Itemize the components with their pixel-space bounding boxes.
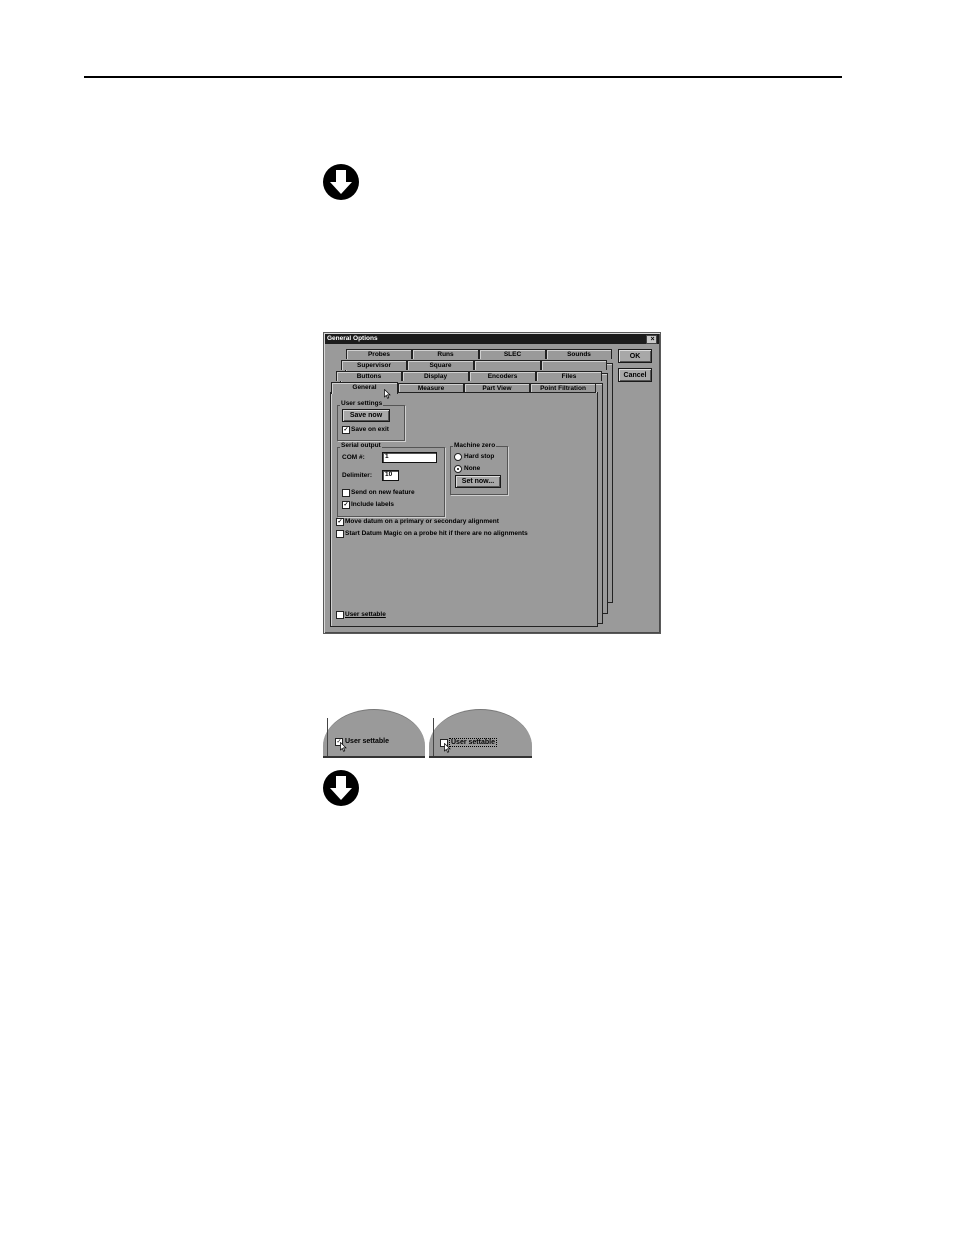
dialog-title: General Options — [327, 335, 378, 342]
tab-buttons[interactable]: Buttons — [336, 371, 402, 381]
tab-slec[interactable]: SLEC — [479, 349, 546, 359]
tab-display[interactable]: Display — [402, 371, 469, 381]
mouse-pointer-icon — [340, 742, 347, 752]
user-settable-label-unchecked: User settable — [449, 738, 497, 747]
tab-probes[interactable]: Probes — [346, 349, 412, 359]
header-rule — [84, 76, 842, 78]
ok-button[interactable]: OK — [618, 349, 652, 363]
tab-empty-2[interactable] — [541, 360, 607, 370]
user-settings-label: User settings — [340, 400, 384, 407]
mouse-pointer-icon — [444, 743, 451, 753]
bubble-edge-line — [433, 718, 434, 758]
down-arrow-icon — [323, 770, 359, 806]
close-icon[interactable]: × — [646, 335, 657, 344]
save-on-exit-checkbox[interactable]: ✓ — [342, 426, 350, 434]
tab-sounds[interactable]: Sounds — [546, 349, 612, 359]
down-arrow-icon — [323, 164, 359, 200]
save-on-exit-label: Save on exit — [351, 426, 389, 433]
none-label: None — [464, 465, 481, 472]
tab-square[interactable]: Square — [407, 360, 474, 370]
tab-empty-1[interactable] — [474, 360, 541, 370]
tab-runs[interactable]: Runs — [412, 349, 479, 359]
com-label: COM #: — [342, 454, 365, 461]
start-datum-magic-checkbox[interactable] — [336, 530, 344, 538]
start-datum-magic-label: Start Datum Magic on a probe hit if ther… — [345, 530, 528, 537]
tab-encoders[interactable]: Encoders — [469, 371, 536, 381]
zoom-bubble-base-right — [429, 756, 532, 758]
general-options-dialog: General Options × OK Cancel Probes Runs … — [323, 332, 661, 634]
dialog-titlebar: General Options × — [325, 334, 659, 344]
include-labels-checkbox[interactable]: ✓ — [342, 501, 350, 509]
delimiter-label: Delimiter: — [342, 472, 372, 479]
send-on-new-feature-checkbox[interactable] — [342, 489, 350, 497]
bubble-edge-line — [327, 718, 328, 758]
com-input[interactable]: 1 — [382, 452, 437, 463]
tab-supervisor[interactable]: Supervisor — [341, 360, 407, 370]
hard-stop-radio[interactable] — [454, 453, 462, 461]
send-on-new-feature-label: Send on new feature — [351, 489, 415, 496]
save-now-button[interactable]: Save now — [342, 409, 390, 422]
user-settable-checkbox[interactable] — [336, 611, 344, 619]
cancel-button[interactable]: Cancel — [618, 368, 652, 382]
serial-output-label: Serial output — [340, 442, 382, 449]
move-datum-label: Move datum on a primary or secondary ali… — [345, 518, 499, 525]
tab-files[interactable]: Files — [536, 371, 602, 381]
mouse-pointer-icon — [384, 389, 391, 399]
set-now-button[interactable]: Set now... — [455, 475, 501, 488]
tab-strip-line — [398, 392, 596, 393]
include-labels-label: Include labels — [351, 501, 394, 508]
delimiter-input[interactable]: 10 — [382, 470, 399, 481]
user-settable-label-checked: User settable — [345, 738, 389, 745]
zoom-bubble-unchecked: User settable — [429, 709, 532, 758]
move-datum-checkbox[interactable]: ✓ — [336, 518, 344, 526]
machine-zero-label: Machine zero — [453, 442, 497, 449]
zoom-bubble-base-left — [323, 756, 425, 758]
none-radio[interactable] — [454, 465, 462, 473]
user-settable-label: User settable — [345, 611, 386, 618]
hard-stop-label: Hard stop — [464, 453, 495, 460]
zoom-bubble-checked: ✓ User settable — [323, 709, 425, 758]
